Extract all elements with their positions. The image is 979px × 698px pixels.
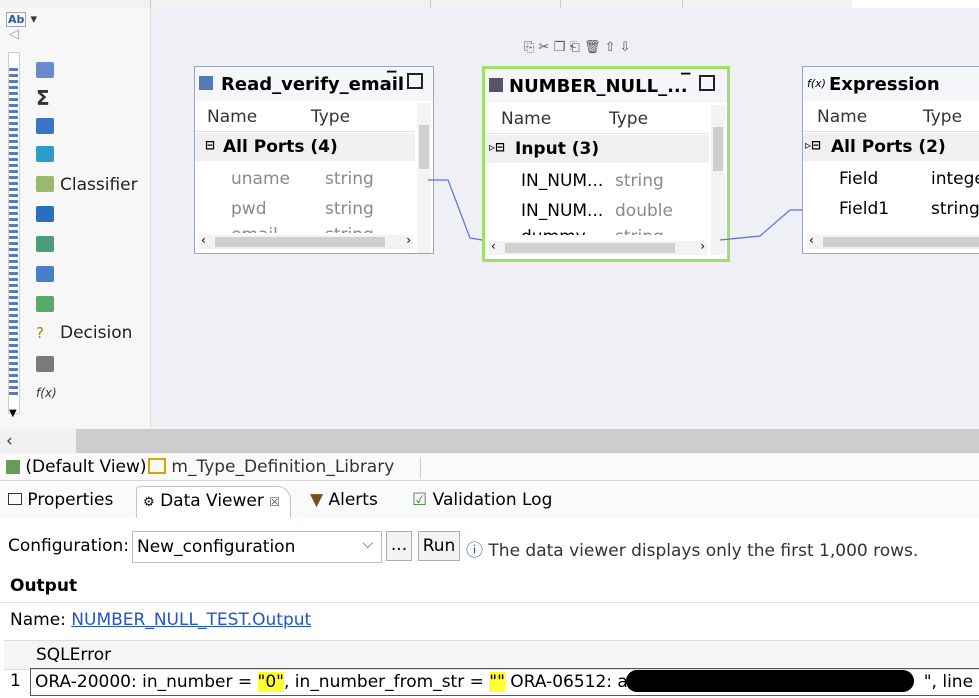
- name-label: Name:: [10, 610, 66, 630]
- highlight-zero: "0": [257, 672, 284, 692]
- view-tab-strip: (Default View) m_Type_Definition_Library: [0, 454, 979, 481]
- tab-properties[interactable]: Properties: [8, 490, 113, 518]
- highlight-empty: "": [489, 672, 505, 692]
- tab-label: Alerts: [328, 490, 378, 510]
- info-icon: ⓘ: [466, 541, 483, 561]
- tab-default-view[interactable]: (Default View): [6, 457, 147, 479]
- tab-label: Properties: [27, 490, 114, 510]
- cell-text-part: , in_number_from_str =: [283, 672, 490, 692]
- tab-label: m_Type_Definition_Library: [171, 457, 395, 477]
- config-label: Configuration:: [8, 536, 130, 556]
- tab-validation-log[interactable]: ☑ Validation Log: [412, 490, 552, 518]
- cell-text-part: ", line 3: [923, 672, 979, 692]
- port-links: [428, 179, 802, 241]
- config-value: New_configuration: [137, 537, 296, 557]
- link-line: [719, 209, 802, 241]
- scroll-left-icon[interactable]: ‹: [6, 431, 13, 451]
- output-heading: Output: [10, 576, 78, 596]
- properties-icon: [8, 493, 22, 505]
- run-button[interactable]: Run: [418, 531, 460, 561]
- link-line: [428, 179, 483, 241]
- close-icon[interactable]: ☒: [269, 495, 280, 509]
- output-link[interactable]: NUMBER_NULL_TEST.Output: [71, 610, 311, 630]
- tab-alerts[interactable]: ▼ Alerts: [310, 490, 378, 518]
- info-message: ⓘ The data viewer displays only the firs…: [466, 536, 918, 561]
- tab-mapping[interactable]: m_Type_Definition_Library: [148, 457, 422, 479]
- validation-icon: ☑: [412, 490, 428, 510]
- info-text: The data viewer displays only the first …: [488, 541, 919, 561]
- canvas-scroll-thumb[interactable]: [76, 429, 979, 453]
- cell-text-part: ORA-20000: in_number =: [35, 672, 258, 692]
- config-select[interactable]: New_configuration ⌵: [132, 531, 382, 563]
- tab-label: Data Viewer: [160, 491, 264, 511]
- alerts-icon: ▼: [310, 490, 324, 510]
- mapping-icon: [148, 458, 166, 474]
- column-header-sqlerror[interactable]: SQLError: [36, 645, 111, 665]
- chevron-down-icon: ⌵: [362, 536, 373, 552]
- ellipsis-button[interactable]: ...: [386, 531, 412, 561]
- redaction-mark: [626, 670, 914, 692]
- tab-label: Validation Log: [432, 490, 553, 510]
- data-viewer-icon: ⚙: [143, 495, 155, 510]
- tab-label: (Default View): [25, 457, 147, 477]
- divider: [0, 602, 979, 603]
- results-header: SQLError: [4, 640, 979, 670]
- name-line: Name: NUMBER_NULL_TEST.Output: [10, 610, 311, 630]
- row-number: 1: [10, 671, 21, 691]
- view-icon: [6, 460, 20, 474]
